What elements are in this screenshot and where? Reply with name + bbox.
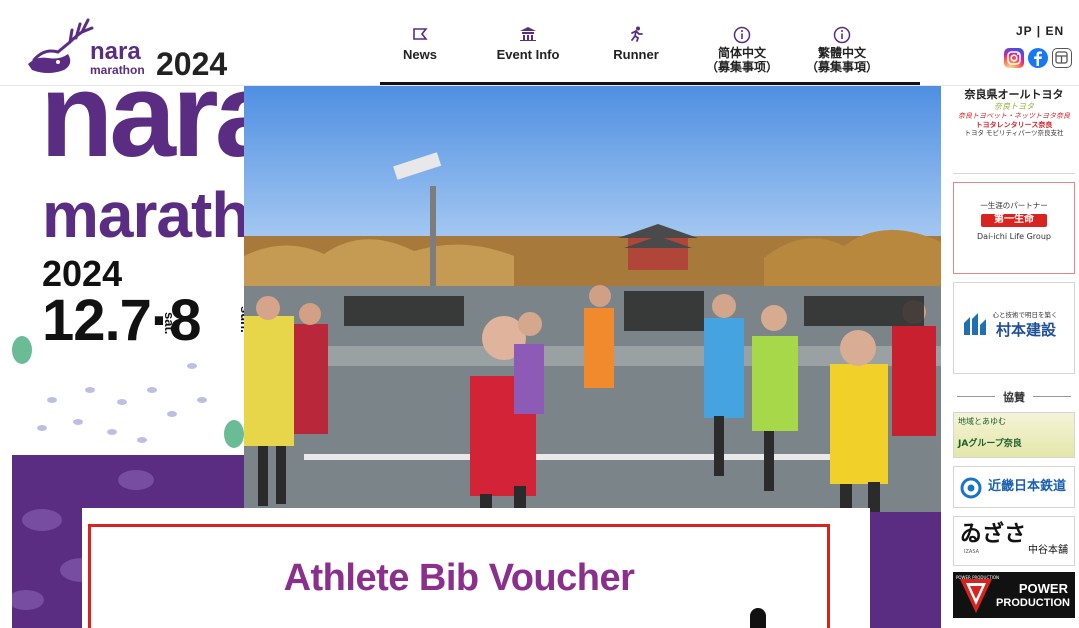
nav-runner-label: Runner [613, 47, 659, 62]
sponsor-power-line2: PRODUCTION [996, 597, 1070, 609]
sponsor-toyota[interactable]: 奈良県オールトヨタ 奈良トヨタ 奈良トヨペット・ネッツトヨタ奈良 トヨタレンタリ… [953, 86, 1075, 174]
info-icon [800, 26, 884, 46]
sponsor-ja-name: JAグループ奈良 [958, 439, 1022, 449]
nav-event-info-label: Event Info [496, 47, 560, 62]
nav-simplified-chinese-label: 简体中文 [717, 46, 766, 60]
sponsor-muramoto[interactable]: 心と技術で明日を築く 村本建設 [953, 282, 1075, 374]
kintetsu-logo-icon [960, 477, 982, 499]
nav-underline [380, 82, 920, 85]
power-production-logo-icon [960, 579, 992, 613]
sponsor-ja-group[interactable]: 地域とあゆむ JAグループ奈良 [953, 412, 1075, 458]
hero-nara-title: nara [40, 48, 281, 182]
sponsor-toyota-title: 奈良県オールトヨタ [964, 88, 1064, 101]
info-icon [700, 26, 784, 46]
nav-simplified-chinese[interactable]: 简体中文 （募集事项） [700, 26, 784, 84]
nav-simplified-chinese-sublabel: （募集事项） [705, 60, 778, 74]
sponsor-ja-tagline: 地域とあゆむ [958, 417, 1006, 426]
bib-voucher-card: Athlete Bib Voucher [82, 508, 870, 628]
sponsor-power-line1: POWER [1018, 581, 1068, 596]
hero-year: 2024 [42, 253, 123, 294]
line-icon[interactable] [1052, 48, 1072, 68]
nav-news-label: News [403, 47, 437, 62]
sponsor-daiichi-name: Dai-ichi Life Group [977, 231, 1051, 241]
sponsor-daiichi-tagline: 一生涯のパートナー [980, 201, 1048, 210]
nav-traditional-chinese-sublabel: （募集事項） [805, 60, 878, 74]
sponsor-toyota-line4: トヨタレンタリース奈良 [975, 120, 1053, 129]
nav-event-info[interactable]: Event Info [486, 26, 570, 84]
sponsor-kintetsu[interactable]: 近畿日本鉄道 [953, 466, 1075, 508]
sponsor-toyota-line3: 奈良トヨペット・ネッツトヨタ奈良 [958, 111, 1070, 120]
language-switcher[interactable]: JP | EN [1016, 24, 1064, 38]
nav-traditional-chinese[interactable]: 繁體中文 （募集事項） [800, 26, 884, 84]
sponsor-izasa-name: 中谷本舗 [1028, 545, 1068, 556]
instagram-icon[interactable] [1004, 48, 1024, 68]
voucher-red-border: Athlete Bib Voucher [88, 524, 830, 628]
sponsor-power-production[interactable]: POWER PRODUCTION POWER PRODUCTION [953, 572, 1075, 618]
sponsor-toyota-line2: 奈良トヨタ [994, 101, 1034, 111]
flag-icon [392, 26, 448, 46]
nav-news[interactable]: News [392, 26, 448, 84]
kyosan-label: 協賛 [1003, 391, 1025, 404]
runner-icon [606, 26, 666, 46]
sponsor-power-small: POWER PRODUCTION [956, 575, 999, 580]
hero-day-sat: sat. [162, 312, 177, 335]
sponsor-toyota-line5: トヨタ モビリティパーツ奈良支社 [964, 129, 1064, 138]
sponsor-daiichi-life[interactable]: 一生涯のパートナー 第一生命 Dai-ichi Life Group [953, 182, 1075, 274]
purple-accent-strip [870, 512, 941, 628]
sponsor-izasa[interactable]: ゐざさ IZASA 中谷本舗 [953, 516, 1075, 566]
sponsor-column: 奈良県オールトヨタ 奈良トヨタ 奈良トヨペット・ネッツトヨタ奈良 トヨタレンタリ… [941, 86, 1079, 628]
sponsor-daiichi-badge: 第一生命 [981, 214, 1047, 227]
kyosan-divider: 協賛 [953, 386, 1075, 406]
facebook-icon[interactable] [1028, 48, 1048, 68]
voucher-graphic-fragment [750, 608, 766, 628]
nav-runner[interactable]: Runner [606, 26, 666, 84]
temple-icon [486, 26, 570, 46]
nav-traditional-chinese-label: 繁體中文 [817, 46, 866, 60]
voucher-title: Athlete Bib Voucher [283, 557, 635, 599]
muramoto-logo-icon [964, 313, 986, 335]
hero-runners-photo [244, 86, 941, 530]
